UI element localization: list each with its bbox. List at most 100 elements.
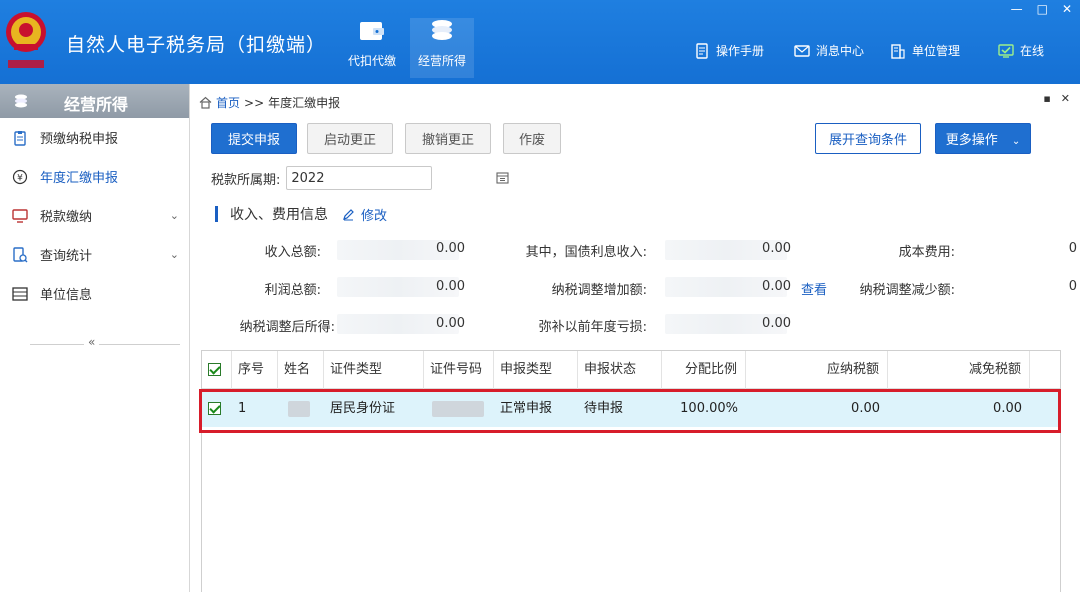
- column-header: 申报状态: [578, 351, 662, 389]
- app-header: 自然人电子税务局（扣缴端） 代扣代缴 经营所得 操作手册 消息中心 单位管理 在…: [0, 0, 1080, 84]
- unit-management-label: 单位管理: [912, 44, 961, 58]
- sidebar-header-label: 经营所得: [64, 95, 129, 114]
- sidebar-collapse-handle[interactable]: «: [30, 335, 180, 349]
- main-panel: 首页 >> 年度汇缴申报 ▪ ✕ 提交申报 启动更正 撤销更正 作废 展开查询条…: [191, 84, 1080, 592]
- manual-icon: [696, 42, 708, 59]
- module-label: 代扣代缴: [347, 54, 396, 68]
- svg-text:¥: ¥: [17, 173, 23, 183]
- row-highlight-annotation: [199, 389, 1061, 433]
- divider: [30, 344, 180, 345]
- submit-declaration-button[interactable]: 提交申报: [211, 123, 297, 154]
- breadcrumb: 首页 >> 年度汇缴申报: [199, 94, 340, 111]
- checkbox-checked-icon[interactable]: [208, 363, 221, 376]
- start-correction-button[interactable]: 启动更正: [307, 123, 393, 154]
- column-header: 分配比例: [662, 351, 746, 389]
- maximize-icon[interactable]: □: [1037, 2, 1048, 16]
- sidebar-item-unit-info[interactable]: 单位信息: [0, 274, 189, 313]
- manual-label: 操作手册: [716, 44, 765, 58]
- window-controls: — □ ✕: [1011, 2, 1072, 16]
- sidebar-header: 经营所得: [0, 84, 189, 118]
- header-select-all[interactable]: [202, 351, 232, 389]
- edit-link[interactable]: 修改: [342, 205, 387, 224]
- pencil-icon: [343, 208, 354, 220]
- tax-period-label: 税款所属期:: [211, 172, 281, 188]
- total-profit-value: 0.00: [436, 279, 465, 294]
- app-title: 自然人电子税务局（扣缴端）: [66, 34, 327, 56]
- declaration-table: 序号 姓名 证件类型 证件号码 申报类型 申报状态 分配比例 应纳税额 减免税额…: [201, 350, 1061, 592]
- column-header: 证件号码: [424, 351, 494, 389]
- online-status[interactable]: 在线: [998, 42, 1044, 59]
- collapse-icon[interactable]: «: [84, 335, 100, 349]
- total-profit-label: 利润总额:: [264, 283, 321, 298]
- chevron-down-icon[interactable]: ⌄: [170, 248, 179, 261]
- treasury-interest-label: 其中，国债利息收入:: [525, 245, 647, 260]
- mail-icon: [794, 44, 810, 57]
- sidebar-item-label: 年度汇缴申报: [40, 171, 119, 186]
- sidebar-item-label: 单位信息: [40, 288, 93, 303]
- prior-loss-offset-value: 0.00: [762, 316, 791, 331]
- tax-period-row: 税款所属期:: [211, 166, 509, 190]
- breadcrumb-home[interactable]: 首页: [216, 94, 240, 111]
- cost-expense-label: 成本费用:: [898, 245, 955, 260]
- online-status-label: 在线: [1020, 44, 1045, 58]
- toolbar: 提交申报 启动更正 撤销更正 作废 展开查询条件 更多操作 ⌄: [211, 122, 1061, 156]
- sidebar-item-query-stats[interactable]: 查询统计 ⌄: [0, 235, 189, 274]
- search-doc-icon: [12, 246, 28, 263]
- tax-emblem-logo: [6, 12, 46, 68]
- column-header: 应纳税额: [746, 351, 888, 389]
- coins-icon: [15, 94, 27, 108]
- column-header: 证件类型: [324, 351, 424, 389]
- income-expense-section-title: 收入、费用信息 修改: [215, 204, 387, 224]
- chevron-down-icon: ⌄: [1011, 136, 1021, 147]
- more-actions-label: 更多操作: [945, 133, 998, 148]
- sidebar-item-annual-declaration[interactable]: ¥ 年度汇缴申报: [0, 157, 189, 196]
- building-icon: [891, 43, 905, 59]
- tax-adjust-decrease-value: 0: [1068, 279, 1077, 294]
- module-withholding[interactable]: 代扣代缴: [340, 18, 404, 78]
- column-header: 姓名: [278, 351, 324, 389]
- total-income-label: 收入总额:: [264, 245, 321, 260]
- module-business-income[interactable]: 经营所得: [410, 18, 474, 78]
- expand-query-button[interactable]: 展开查询条件: [815, 123, 921, 154]
- table-header: 序号 姓名 证件类型 证件号码 申报类型 申报状态 分配比例 应纳税额 减免税额: [202, 351, 1060, 389]
- close-tab-icon[interactable]: ✕: [1061, 92, 1070, 105]
- calendar-icon[interactable]: [496, 171, 509, 184]
- tax-period-picker: [280, 166, 509, 190]
- column-header: 减免税额: [888, 351, 1030, 389]
- breadcrumb-current: 年度汇缴申报: [268, 96, 341, 110]
- panel-controls: ▪ ✕: [1043, 92, 1070, 105]
- restore-icon[interactable]: ▪: [1043, 92, 1050, 105]
- total-income-value: 0.00: [436, 241, 465, 256]
- void-button[interactable]: 作废: [503, 123, 561, 154]
- sidebar-item-prepayment-declaration[interactable]: 预缴纳税申报: [0, 118, 189, 157]
- breadcrumb-separator: >>: [244, 95, 265, 110]
- tax-period-input[interactable]: [286, 166, 433, 190]
- sidebar-item-tax-payment[interactable]: 税款缴纳 ⌄: [0, 196, 189, 235]
- treasury-interest-value: 0.00: [762, 241, 791, 256]
- unit-management-link[interactable]: 单位管理: [890, 42, 960, 59]
- column-header: 序号: [232, 351, 278, 389]
- tax-adjust-increase-label: 纳税调整增加额:: [551, 283, 647, 298]
- chevron-down-icon[interactable]: ⌄: [170, 209, 179, 222]
- more-actions-button[interactable]: 更多操作 ⌄: [935, 123, 1031, 154]
- adjusted-income-label: 纳税调整后所得:: [239, 320, 335, 335]
- table-right-border: [1060, 440, 1061, 592]
- section-title-text: 收入、费用信息: [230, 207, 328, 223]
- wallet-icon: [360, 22, 384, 40]
- prior-loss-offset-label: 弥补以前年度亏损:: [538, 320, 647, 335]
- view-link[interactable]: 查看: [801, 279, 827, 298]
- close-icon[interactable]: ✕: [1062, 2, 1072, 16]
- minimize-icon[interactable]: —: [1011, 2, 1023, 16]
- cost-expense-value: 0: [1068, 241, 1077, 256]
- tax-adjust-decrease-label: 纳税调整减少额:: [859, 283, 955, 298]
- section-marker: [215, 206, 218, 222]
- message-center-label: 消息中心: [816, 44, 865, 58]
- message-center-link[interactable]: 消息中心: [794, 42, 864, 59]
- cancel-correction-button[interactable]: 撤销更正: [405, 123, 491, 154]
- home-icon[interactable]: [199, 96, 212, 109]
- manual-link[interactable]: 操作手册: [694, 42, 764, 59]
- coins-icon: [432, 20, 452, 40]
- sidebar-item-label: 税款缴纳: [40, 210, 93, 225]
- adjusted-income-value: 0.00: [436, 316, 465, 331]
- clipboard-icon: [12, 130, 28, 146]
